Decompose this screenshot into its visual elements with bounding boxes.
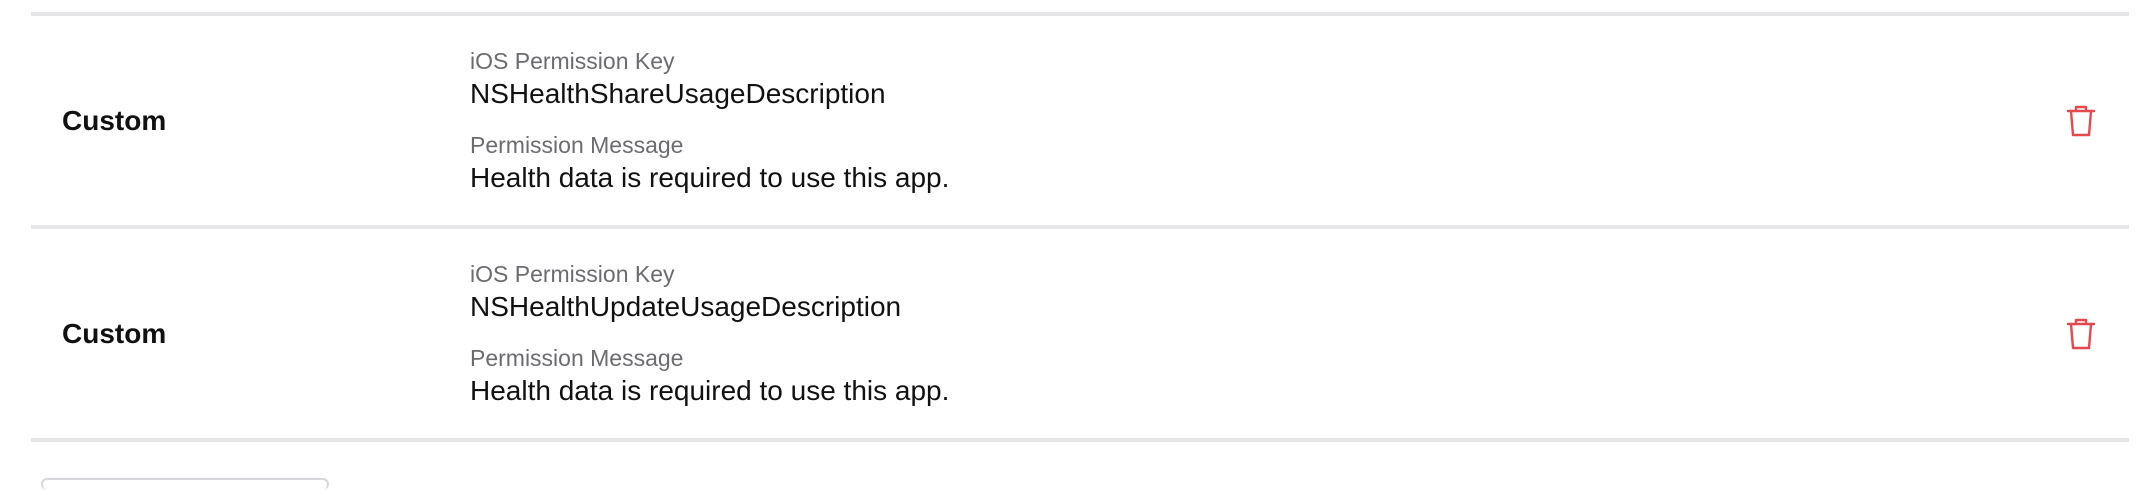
permission-details: iOS Permission Key NSHealthUpdateUsageDe… [470, 259, 949, 409]
permission-message-value: Health data is required to use this app. [470, 375, 950, 406]
delete-permission-button[interactable] [2063, 103, 2099, 139]
permission-row: Custom iOS Permission Key NSHealthUpdate… [31, 229, 2129, 438]
permission-key-label: iOS Permission Key [470, 48, 675, 74]
permission-key-value: NSHealthUpdateUsageDescription [470, 291, 902, 322]
row-divider [31, 438, 2129, 442]
permission-key-label: iOS Permission Key [470, 261, 675, 287]
trash-icon [2066, 318, 2096, 349]
permission-details: iOS Permission Key NSHealthShareUsageDes… [470, 46, 949, 196]
permission-type-label: Custom [62, 104, 167, 136]
permissions-list: Custom iOS Permission Key NSHealthShareU… [31, 12, 2129, 442]
permission-message-value: Health data is required to use this app. [470, 162, 950, 193]
permission-row: Custom iOS Permission Key NSHealthShareU… [31, 16, 2129, 225]
add-permission-button-edge[interactable] [41, 478, 329, 490]
permission-type-label: Custom [62, 317, 167, 349]
trash-icon [2066, 105, 2096, 136]
permission-key-value: NSHealthShareUsageDescription [470, 78, 886, 109]
permission-message-label: Permission Message [470, 345, 684, 371]
delete-permission-button[interactable] [2063, 316, 2099, 352]
permission-message-label: Permission Message [470, 132, 684, 158]
